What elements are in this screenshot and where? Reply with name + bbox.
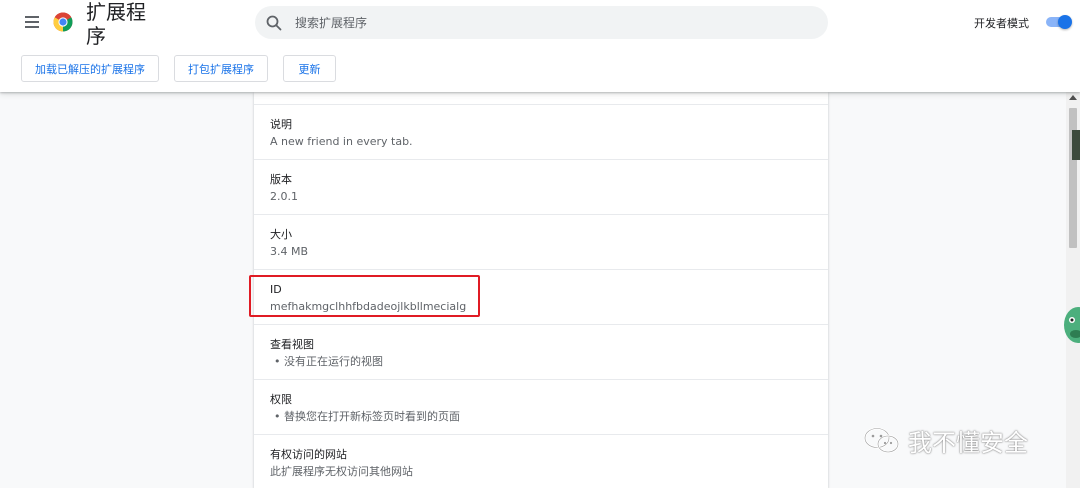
toggle-knob [1058, 15, 1072, 29]
version-value: 2.0.1 [270, 190, 298, 203]
size-row: 大小 3.4 MB [254, 214, 828, 269]
chrome-logo-icon [53, 12, 73, 32]
site-access-label: 有权访问的网站 [270, 448, 347, 461]
scroll-up-arrow-icon[interactable] [1069, 95, 1077, 100]
permissions-row: 权限 替换您在打开新标签页时看到的页面 [254, 379, 828, 434]
permissions-label: 权限 [270, 393, 292, 406]
search-icon [266, 15, 282, 30]
inspect-views-value: 没有正在运行的视图 [270, 355, 828, 369]
site-access-row: 有权访问的网站 此扩展程序无权访问其他网站 [254, 434, 828, 488]
description-label: 说明 [270, 118, 292, 131]
toolbar: 扩展程序 开发者模式 加载已解压的扩展程序 打包扩展程序 更新 [0, 0, 1080, 92]
extension-details-card: 说明 A new friend in every tab. 版本 2.0.1 大… [254, 92, 828, 488]
description-value: A new friend in every tab. [270, 135, 413, 148]
scrollbar-thumb[interactable] [1069, 108, 1077, 248]
id-row: ID mefhakmgclhhfbdadeojlkbllmecialg [254, 269, 828, 324]
description-row: 说明 A new friend in every tab. [254, 104, 828, 159]
watermark-text: 我不懂安全 [908, 428, 1028, 457]
size-label: 大小 [270, 228, 292, 241]
inspect-views-row: 查看视图 没有正在运行的视图 [254, 324, 828, 379]
search-input[interactable] [293, 14, 797, 31]
mascot-icon [1064, 307, 1080, 343]
pack-extension-button[interactable]: 打包扩展程序 [174, 55, 268, 82]
menu-icon[interactable] [22, 12, 42, 32]
watermark: 我不懂安全 [862, 424, 1028, 457]
search-bar[interactable] [255, 6, 828, 39]
id-label: ID [270, 283, 282, 296]
wechat-icon [863, 427, 900, 454]
developer-mode-toggle[interactable] [1044, 15, 1072, 29]
developer-mode-label: 开发者模式 [974, 17, 1029, 30]
size-value: 3.4 MB [270, 245, 309, 258]
version-label: 版本 [270, 173, 292, 186]
extensions-page: 扩展程序 开发者模式 加载已解压的扩展程序 打包扩展程序 更新 说明 A new… [0, 0, 1080, 488]
card-top-spacer [254, 92, 828, 104]
inspect-views-label: 查看视图 [270, 338, 314, 351]
site-access-value: 此扩展程序无权访问其他网站 [270, 465, 413, 478]
version-row: 版本 2.0.1 [254, 159, 828, 214]
id-value[interactable]: mefhakmgclhhfbdadeojlkbllmecialg [270, 300, 828, 314]
load-unpacked-button[interactable]: 加载已解压的扩展程序 [21, 55, 159, 82]
update-button[interactable]: 更新 [283, 55, 336, 82]
permissions-value: 替换您在打开新标签页时看到的页面 [270, 410, 828, 424]
side-panel-edge [1072, 130, 1080, 160]
page-title: 扩展程序 [86, 0, 146, 48]
